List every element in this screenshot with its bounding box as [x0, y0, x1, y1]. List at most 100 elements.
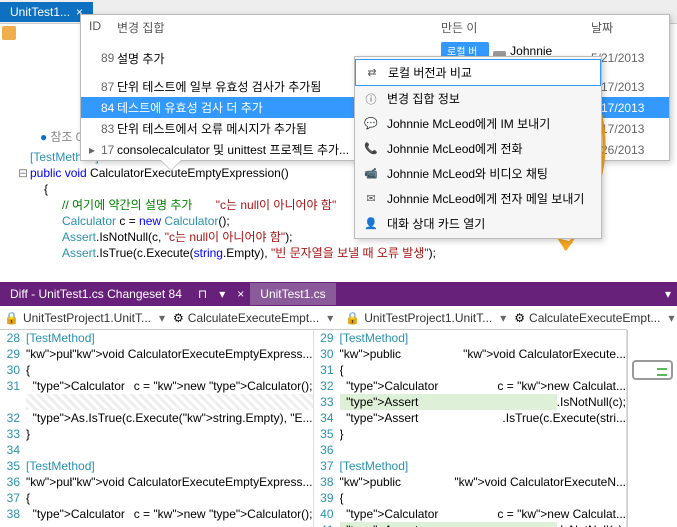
overview-ruler[interactable] — [627, 330, 677, 527]
code-text: { — [340, 490, 627, 506]
code-line: 29"kw">public "kw">void CalculatorExecut… — [0, 346, 313, 362]
line-number: 36 — [314, 442, 340, 458]
crumb-project[interactable]: UnitTestProject1.UnitT... — [23, 311, 151, 325]
code-line: 35} — [314, 426, 627, 442]
line-number: 35 — [314, 426, 340, 442]
code-text: "kw">public — [26, 474, 72, 490]
left-breadcrumb: 🔒 UnitTestProject1.UnitT... ▾ ⚙ Calculat… — [0, 306, 341, 329]
type: Calculator — [161, 214, 218, 228]
code-text: { — [26, 362, 313, 378]
col-id[interactable]: ID — [89, 19, 117, 36]
code-text: [TestMethod] — [26, 458, 313, 474]
menu-item-label: Johnnie McLeod와 비디오 채팅 — [387, 165, 548, 182]
change-marker — [657, 374, 667, 376]
line-number: 39 — [314, 490, 340, 506]
diff-tab-active[interactable]: Diff - UnitTest1.cs Changeset 84 — [0, 283, 192, 305]
menu-item-icon: 📞 — [363, 141, 379, 157]
diff-tab-label: Diff - UnitTest1.cs Changeset 84 — [10, 287, 182, 301]
context-menu-item[interactable]: ⇄로컬 버전과 비교 — [355, 59, 601, 86]
diff-pane-left[interactable]: 28 [TestMethod] 29"kw">public "kw">void Ca… — [0, 330, 314, 527]
context-menu-item[interactable]: 💬 Johnnie McLeod에게 IM 보내기 — [355, 111, 601, 136]
codelens-refs[interactable]: 참조 0 — [50, 130, 82, 144]
line-number: 28 — [0, 330, 26, 346]
keyword: public void — [30, 166, 87, 180]
breakpoint-icon[interactable] — [2, 26, 16, 40]
menu-item-icon: ⇄ — [364, 65, 380, 81]
code-text: "kw">public — [26, 346, 72, 362]
code-text: "kw">public — [340, 346, 464, 362]
crumb-method[interactable]: CalculateExecuteEmpt... — [188, 311, 319, 325]
margin-icons — [0, 24, 18, 42]
menu-item-icon: 💬 — [363, 116, 379, 132]
type: Calculator — [62, 214, 116, 228]
diff-pane-right[interactable]: 29[TestMethod]30"kw">public "kw">void Ca… — [314, 330, 628, 527]
code-text: } — [340, 426, 627, 442]
code-text: .IsTrue(c.Execute( — [96, 246, 194, 260]
code-line: 33} — [0, 426, 313, 442]
chevron-down-icon[interactable]: ▾ — [500, 311, 506, 325]
code-line: 31 "type">Calculator c = "kw">new "type"… — [0, 378, 313, 394]
chevron-down-icon[interactable]: ▾ — [668, 311, 674, 325]
line-number: 32 — [0, 410, 26, 426]
menu-item-label: 변경 집합 정보 — [387, 90, 460, 107]
method-name: CalculatorExecuteEmptyExpression() — [87, 166, 289, 180]
crumb-method[interactable]: CalculateExecuteEmpt... — [529, 311, 660, 325]
line-number: 38 — [314, 474, 340, 490]
comment: // 여기에 약간의 설명 추가 — [62, 198, 192, 212]
chevron-down-icon[interactable]: ▾ — [327, 311, 333, 325]
code-text: "type">Assert — [340, 394, 557, 410]
col-name[interactable]: 변경 집합 — [117, 19, 441, 36]
context-menu-item[interactable]: 👤대화 상대 카드 열기 — [355, 211, 601, 236]
outline-collapse-icon[interactable]: ⊟ — [18, 165, 30, 181]
method-icon: ⚙ — [173, 311, 184, 325]
dropdown-icon[interactable]: ▾ — [213, 287, 231, 301]
line-number: 31 — [0, 378, 26, 394]
code-line: 37{ — [0, 490, 313, 506]
line-number: 30 — [0, 362, 26, 378]
close-icon[interactable]: × — [231, 287, 250, 301]
code-text: [TestMethod] — [340, 330, 627, 346]
menu-item-label: Johnnie McLeod에게 IM 보내기 — [387, 115, 550, 132]
code-line: 37[TestMethod] — [314, 458, 627, 474]
diff-panes: 28 [TestMethod] 29"kw">public "kw">void Ca… — [0, 330, 677, 527]
string-literal: "c는 null이 아니어야 함" — [165, 230, 285, 244]
string-literal: "c는 null이 아니어야 함" — [212, 198, 336, 212]
line-number: 32 — [314, 378, 340, 394]
lock-icon: 🔒 — [4, 311, 19, 325]
callout-arrow-icon — [161, 160, 181, 170]
changeset-id: 87 — [89, 80, 117, 94]
code-line: 30"kw">public "kw">void CalculatorExecut… — [314, 346, 627, 362]
changeset-header-row: ID 변경 집합 만든 이 날짜 — [81, 15, 669, 40]
col-author[interactable]: 만든 이 — [441, 19, 591, 36]
code-line: 29[TestMethod] — [314, 330, 627, 346]
viewport-indicator[interactable] — [632, 360, 673, 380]
chevron-down-icon[interactable]: ▾ — [659, 287, 677, 301]
context-menu-item[interactable]: ✉Johnnie McLeod에게 전자 메일 보내기 — [355, 186, 601, 211]
code-line: 36"kw">public "kw">void CalculatorExecut… — [0, 474, 313, 490]
context-menu-item[interactable]: 📹Johnnie McLeod와 비디오 채팅 — [355, 161, 601, 186]
brace: { — [44, 182, 48, 196]
type: Assert — [62, 230, 96, 244]
expand-icon[interactable]: ▸ — [89, 143, 101, 157]
diff-tab-secondary[interactable]: UnitTest1.cs — [250, 283, 335, 305]
context-menu-item[interactable]: ⓘ변경 집합 정보 — [355, 86, 601, 111]
pin-icon[interactable]: ⊓ — [192, 287, 213, 301]
tab-label: UnitTest1... — [10, 5, 70, 19]
context-menu-item[interactable]: 📞Johnnie McLeod에게 전화 — [355, 136, 601, 161]
code-text: "type">Assert — [340, 522, 557, 527]
change-marker — [657, 368, 667, 370]
code-text: ); — [285, 230, 292, 244]
code-line: 41 "type">Assert.IsNotNull(c); — [314, 522, 627, 527]
col-date[interactable]: 날짜 — [591, 19, 661, 36]
code-line: 32 "type">Calculator c = "kw">new Calcul… — [314, 378, 627, 394]
code-text: [TestMethod] — [340, 458, 627, 474]
line-number: 40 — [314, 506, 340, 522]
chevron-down-icon[interactable]: ▾ — [159, 311, 165, 325]
menu-item-icon: 👤 — [363, 216, 379, 232]
code-text: (); — [218, 214, 229, 228]
crumb-project[interactable]: UnitTestProject1.UnitT... — [364, 311, 492, 325]
context-menu: ⇄로컬 버전과 비교ⓘ변경 집합 정보 💬 Johnnie McLeod에게 IM … — [354, 56, 602, 239]
code-text — [26, 442, 313, 458]
code-line: 31{ — [314, 362, 627, 378]
line-number: 29 — [314, 330, 340, 346]
